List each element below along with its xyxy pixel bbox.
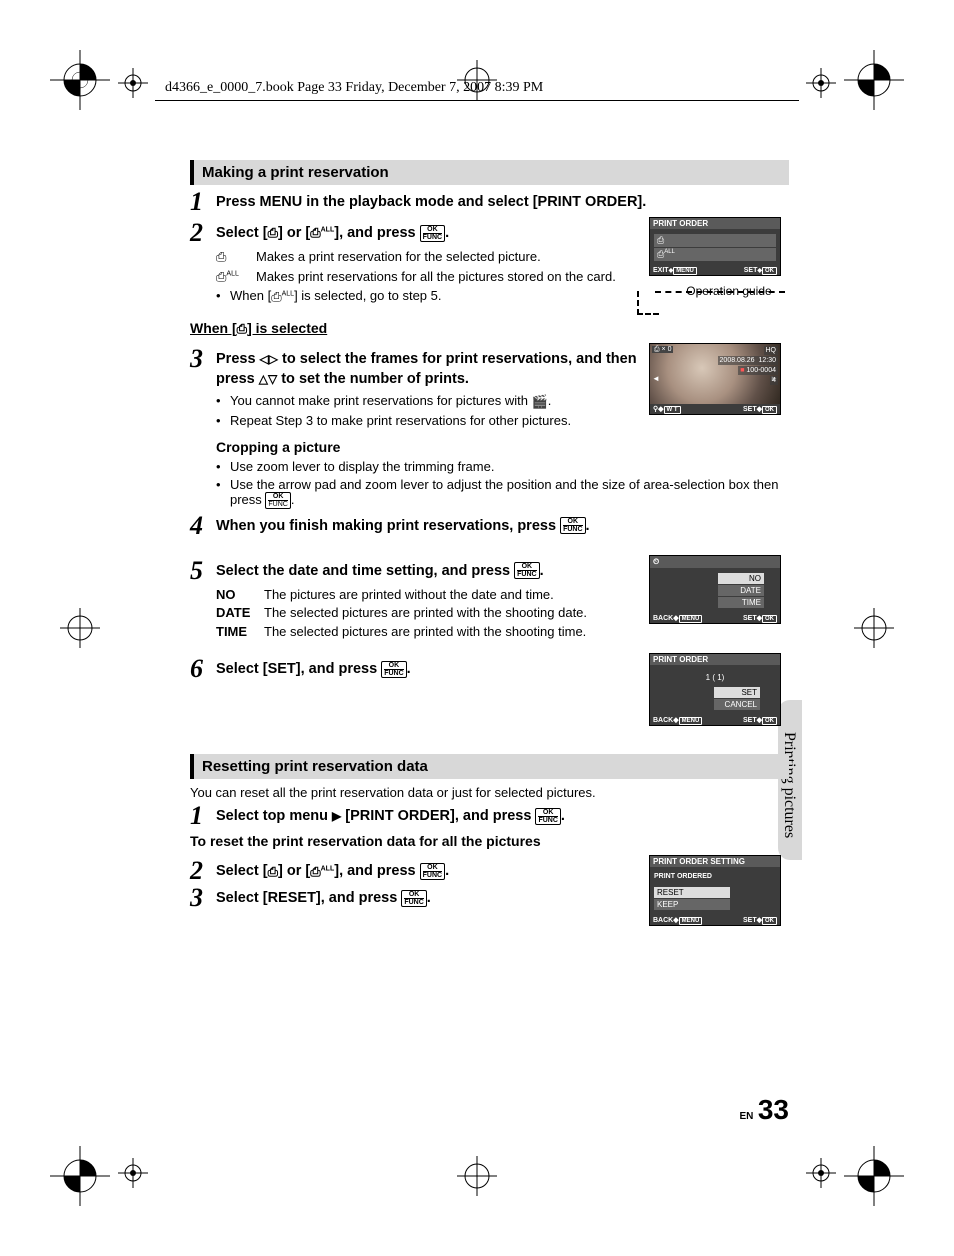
register-mark-icon <box>806 1158 836 1188</box>
opt-time: TIME <box>216 623 264 641</box>
reset-step-3: 3 Select [RESET], and press OKFUNC. <box>190 887 639 909</box>
reset-intro: You can reset all the print reservation … <box>190 785 789 800</box>
ok-func-icon: OKFUNC <box>560 517 585 534</box>
arrow-up-down-icon: △▽ <box>259 372 277 386</box>
step-5: 5 Select the date and time setting, and … <box>190 560 639 582</box>
crop-mark-icon <box>844 1146 904 1206</box>
print-all-icon: ⎙ALL <box>310 863 334 881</box>
print-all-icon: ⎙ALL <box>310 224 334 242</box>
crop-mark-icon <box>50 1146 110 1206</box>
step-2: 2 Select [⎙] or [⎙ALL], and press OKFUNC… <box>190 222 639 244</box>
lcd-set-cancel: PRINT ORDER 1 ( 1) SET CANCEL BACK◆MENU … <box>649 653 781 726</box>
opt-date: DATE <box>216 604 264 622</box>
crop-mark-icon <box>50 50 110 110</box>
print-single-desc: Makes a print reservation for the select… <box>256 248 639 266</box>
page-number: EN 33 <box>739 1094 789 1126</box>
header-rule <box>155 100 799 101</box>
register-mark-icon <box>118 1158 148 1188</box>
reset-step-3-text: Select [RESET], and press OKFUNC. <box>216 889 639 909</box>
reset-step-2: 2 Select [⎙] or [⎙ALL], and press OKFUNC… <box>190 860 639 882</box>
ok-func-icon: OKFUNC <box>420 863 445 880</box>
crop-mark-icon <box>844 598 904 658</box>
opt-no: NO <box>216 586 264 604</box>
lcd-frame-select: ⎙ × 0 ◄ ► HQ 2008.08.26 12:30 ■ 100-0004… <box>649 343 781 415</box>
arrow-right-icon: ▶ <box>332 809 341 823</box>
lcd-date-time: ⏲ NO DATE TIME BACK◆MENU SET◆OK <box>649 555 781 624</box>
step-5-text: Select the date and time setting, and pr… <box>216 562 639 582</box>
print-single-icon: ⎙ <box>268 863 278 881</box>
ok-func-icon: OKFUNC <box>514 562 539 579</box>
crop-bullet-2: •Use the arrow pad and zoom lever to adj… <box>216 477 789 509</box>
movie-icon: 🎬 <box>532 394 548 410</box>
print-all-icon: ⎙ALL <box>271 289 294 305</box>
reset-step-2-text: Select [⎙] or [⎙ALL], and press OKFUNC. <box>216 862 639 882</box>
step-4: 4 When you finish making print reservati… <box>190 515 789 537</box>
cropping-heading: Cropping a picture <box>216 439 789 455</box>
note-goto5: •When [⎙ALL] is selected, go to step 5. <box>216 288 639 305</box>
print-all-icon: ⎙ALL <box>216 268 256 286</box>
step-6-text: Select [SET], and press OKFUNC. <box>216 660 639 680</box>
print-single-icon: ⎙ <box>216 248 256 266</box>
crop-bullet-1: •Use zoom lever to display the trimming … <box>216 459 789 474</box>
callout-line <box>637 291 659 315</box>
print-all-desc: Makes print reservations for all the pic… <box>256 268 639 286</box>
note-movie: •You cannot make print reservations for … <box>216 393 639 410</box>
ok-func-icon: OKFUNC <box>381 661 406 678</box>
arrow-left-right-icon: ◁▷ <box>260 352 278 366</box>
step-1-text: Press MENU in the playback mode and sele… <box>216 193 789 213</box>
step-6: 6 Select [SET], and press OKFUNC. <box>190 658 639 680</box>
running-header: d4366_e_0000_7.book Page 33 Friday, Dece… <box>165 80 543 96</box>
register-mark-icon <box>806 68 836 98</box>
when-selected-heading: When [⎙] is selected <box>190 320 789 337</box>
print-single-icon: ⎙ <box>268 224 278 242</box>
section-heading-making: Making a print reservation <box>190 160 789 185</box>
lcd-print-order: PRINT ORDER ⎙ ⎙ALL EXIT◆MENU SET◆OK <box>649 217 781 276</box>
reset-step-1: 1 Select top menu ▶ [PRINT ORDER], and p… <box>190 805 789 827</box>
section-heading-resetting: Resetting print reservation data <box>190 754 789 779</box>
step-3-text: Press ◁▷ to select the frames for print … <box>216 350 639 389</box>
ok-func-icon: OKFUNC <box>535 808 560 825</box>
crop-mark-icon <box>447 1146 507 1206</box>
step-1: 1 Press MENU in the playback mode and se… <box>190 191 789 213</box>
note-repeat: •Repeat Step 3 to make print reservation… <box>216 413 639 428</box>
lcd-reset: PRINT ORDER SETTING PRINT ORDERED RESET … <box>649 855 781 926</box>
reset-step-1-text: Select top menu ▶ [PRINT ORDER], and pre… <box>216 807 789 827</box>
step-3: 3 Press ◁▷ to select the frames for prin… <box>190 348 639 389</box>
callout-line <box>655 291 785 293</box>
crop-mark-icon <box>50 598 110 658</box>
print-single-icon: ⎙ <box>237 321 247 337</box>
ok-func-icon: OKFUNC <box>401 890 426 907</box>
step-4-text: When you finish making print reservation… <box>216 517 789 537</box>
register-mark-icon <box>118 68 148 98</box>
reset-all-heading: To reset the print reservation data for … <box>190 833 789 849</box>
crop-mark-icon <box>844 50 904 110</box>
ok-func-icon: OKFUNC <box>420 225 445 242</box>
ok-func-icon: OKFUNC <box>265 492 290 509</box>
step-2-text: Select [⎙] or [⎙ALL], and press OKFUNC. <box>216 224 639 244</box>
